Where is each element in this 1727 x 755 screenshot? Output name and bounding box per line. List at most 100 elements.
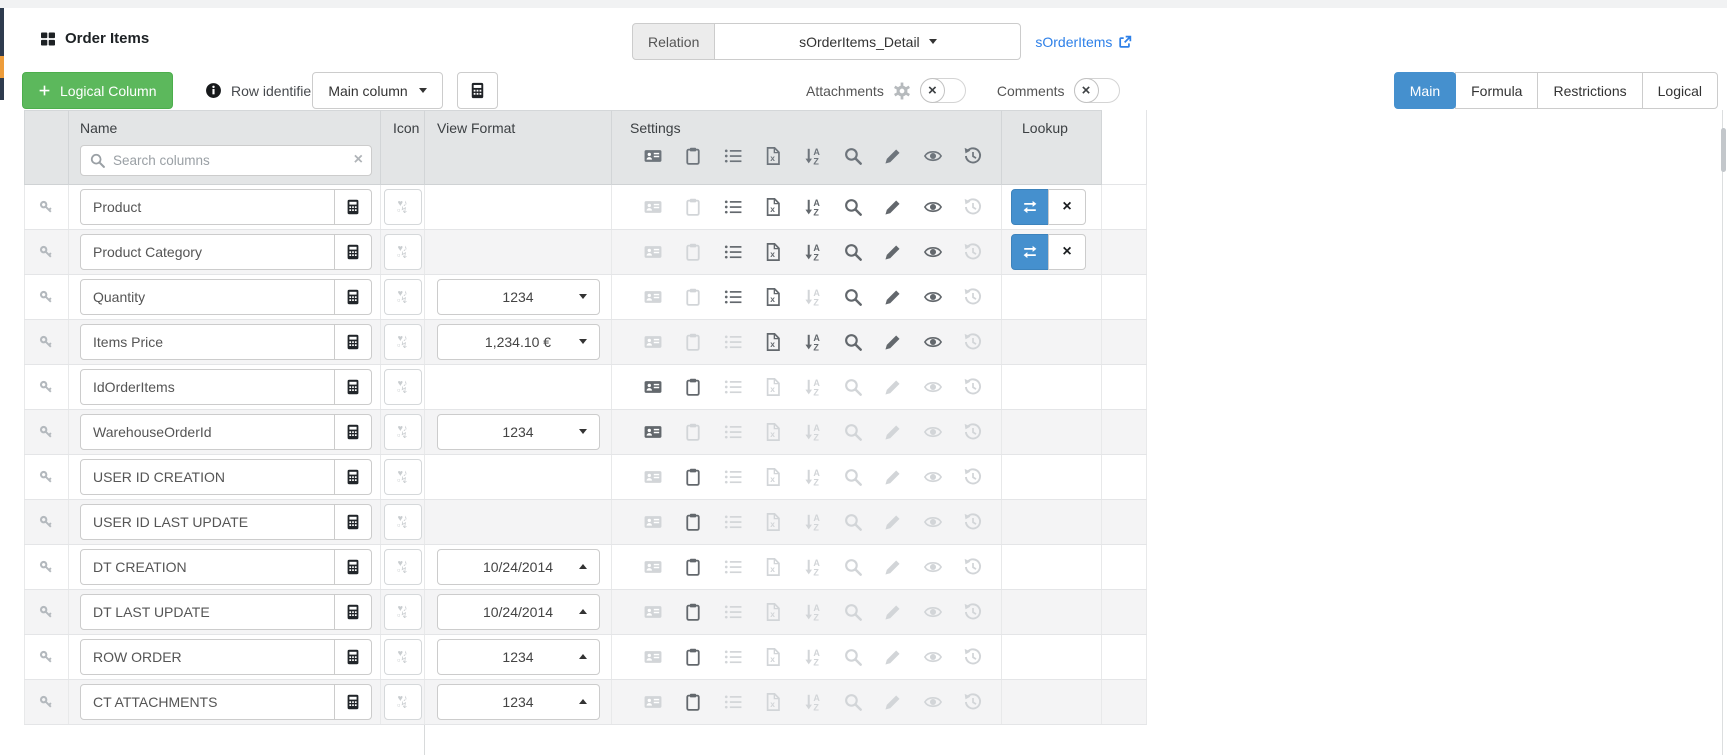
excel-file-icon[interactable]: x (764, 513, 782, 531)
add-logical-column-button[interactable]: Logical Column (22, 72, 173, 109)
clipboard-icon[interactable] (684, 558, 702, 576)
row-identifier-formula-button[interactable] (457, 72, 498, 109)
formula-button[interactable] (334, 414, 372, 450)
list-icon[interactable] (724, 603, 742, 621)
history-icon[interactable] (964, 693, 982, 711)
icon-picker-button[interactable]: ♥♪▫↯ (384, 369, 422, 405)
icon-picker-button[interactable]: ♥♪▫↯ (384, 594, 422, 630)
formula-button[interactable] (334, 594, 372, 630)
eye-icon[interactable] (924, 513, 942, 531)
search-icon[interactable] (844, 648, 862, 666)
main-column-select[interactable]: Main column (312, 72, 443, 109)
search-icon[interactable] (844, 198, 862, 216)
excel-file-icon[interactable]: x (764, 603, 782, 621)
column-name-input[interactable] (80, 639, 335, 675)
column-name-input[interactable] (80, 279, 335, 315)
search-icon[interactable] (844, 243, 862, 261)
pencil-icon[interactable] (884, 333, 902, 351)
excel-file-icon[interactable]: x (764, 378, 782, 396)
list-icon[interactable] (724, 648, 742, 666)
clipboard-icon[interactable] (684, 288, 702, 306)
scrollbar-track[interactable] (1722, 110, 1723, 755)
icon-picker-button[interactable]: ♥♪▫↯ (384, 279, 422, 315)
column-name-input[interactable] (80, 459, 335, 495)
id-card-icon[interactable] (644, 558, 662, 576)
sort-alpha-icon[interactable]: AZ (804, 468, 822, 486)
id-card-icon[interactable] (644, 288, 662, 306)
view-format-select[interactable]: 1234 (437, 414, 600, 450)
clipboard-icon[interactable] (684, 513, 702, 531)
eye-icon[interactable] (924, 243, 942, 261)
pencil-icon[interactable] (884, 423, 902, 441)
column-name-input[interactable] (80, 369, 335, 405)
sort-alpha-icon[interactable]: AZ (804, 693, 822, 711)
pencil-icon[interactable] (884, 288, 902, 306)
tab-main[interactable]: Main (1394, 72, 1456, 109)
sort-alpha-icon[interactable]: AZ (804, 198, 822, 216)
formula-button[interactable] (334, 369, 372, 405)
relation-select[interactable]: sOrderItems_Detail (714, 23, 1021, 60)
clipboard-icon[interactable] (684, 378, 702, 396)
column-name-input[interactable] (80, 684, 335, 720)
id-card-icon[interactable] (644, 513, 662, 531)
icon-picker-button[interactable]: ♥♪▫↯ (384, 639, 422, 675)
column-name-input[interactable] (80, 324, 335, 360)
tab-formula[interactable]: Formula (1455, 72, 1538, 109)
icon-picker-button[interactable]: ♥♪▫↯ (384, 684, 422, 720)
formula-button[interactable] (334, 459, 372, 495)
pencil-icon[interactable] (884, 243, 902, 261)
eye-icon[interactable] (924, 288, 942, 306)
formula-button[interactable] (334, 639, 372, 675)
history-icon[interactable] (964, 288, 982, 306)
attachments-toggle[interactable]: × (920, 78, 966, 103)
tab-restrictions[interactable]: Restrictions (1537, 72, 1642, 109)
excel-file-icon[interactable]: x (764, 423, 782, 441)
sort-alpha-icon[interactable]: AZ (804, 513, 822, 531)
eye-icon[interactable] (924, 603, 942, 621)
comments-toggle[interactable]: × (1074, 78, 1120, 103)
relation-table-link[interactable]: sOrderItems (1035, 34, 1132, 50)
sort-alpha-icon[interactable]: AZ (804, 423, 822, 441)
scrollbar-thumb[interactable] (1721, 128, 1726, 172)
sort-alpha-icon[interactable]: AZ (804, 288, 822, 306)
history-icon[interactable] (964, 243, 982, 261)
history-icon[interactable] (964, 198, 982, 216)
history-icon[interactable] (964, 558, 982, 576)
history-icon[interactable] (964, 468, 982, 486)
icon-picker-button[interactable]: ♥♪▫↯ (384, 459, 422, 495)
formula-button[interactable] (334, 189, 372, 225)
lookup-swap-button[interactable] (1011, 234, 1049, 270)
list-icon[interactable] (724, 198, 742, 216)
id-card-icon[interactable] (644, 378, 662, 396)
list-icon[interactable] (724, 333, 742, 351)
view-format-select[interactable]: 10/24/2014 (437, 594, 600, 630)
formula-button[interactable] (334, 684, 372, 720)
excel-file-icon[interactable]: x (764, 333, 782, 351)
excel-file-icon[interactable]: x (764, 648, 782, 666)
search-icon[interactable] (844, 288, 862, 306)
excel-file-icon[interactable]: x (764, 558, 782, 576)
pencil-icon[interactable] (884, 648, 902, 666)
list-icon[interactable] (724, 513, 742, 531)
id-card-icon[interactable] (644, 333, 662, 351)
column-name-input[interactable] (80, 594, 335, 630)
sort-alpha-icon[interactable]: AZ (804, 648, 822, 666)
sort-alpha-icon[interactable]: AZ (804, 378, 822, 396)
history-icon[interactable] (964, 648, 982, 666)
column-name-input[interactable] (80, 189, 335, 225)
search-icon[interactable] (844, 423, 862, 441)
view-format-select[interactable]: 1234 (437, 279, 600, 315)
icon-picker-button[interactable]: ♥♪▫↯ (384, 189, 422, 225)
excel-file-icon[interactable]: x (764, 468, 782, 486)
icon-picker-button[interactable]: ♥♪▫↯ (384, 504, 422, 540)
history-icon[interactable] (964, 333, 982, 351)
icon-picker-button[interactable]: ♥♪▫↯ (384, 549, 422, 585)
history-icon[interactable] (964, 423, 982, 441)
eye-icon[interactable] (924, 648, 942, 666)
eye-icon[interactable] (924, 198, 942, 216)
clipboard-icon[interactable] (684, 468, 702, 486)
lookup-swap-button[interactable] (1011, 189, 1049, 225)
column-name-input[interactable] (80, 414, 335, 450)
sort-alpha-icon[interactable]: AZ (804, 243, 822, 261)
eye-icon[interactable] (924, 468, 942, 486)
